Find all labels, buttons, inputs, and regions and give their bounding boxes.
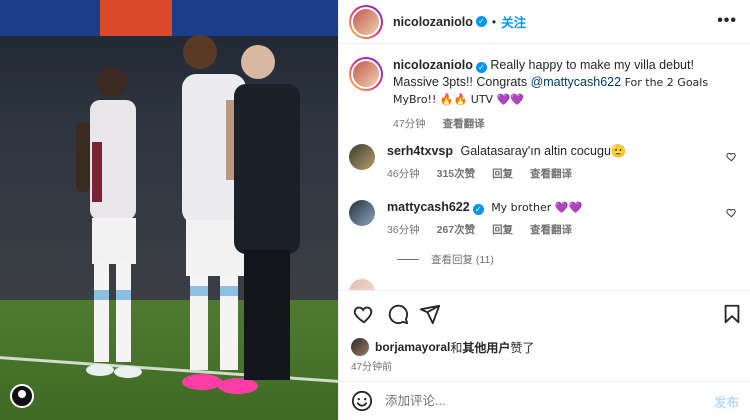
action-bar <box>339 290 750 336</box>
comment-avatar[interactable] <box>349 144 375 170</box>
follow-button[interactable]: 关注 <box>501 12 526 31</box>
comment-item: serh4txvsp Galatasaray'ın altin cocugu🫡 … <box>349 143 741 183</box>
comment-item-partial <box>349 279 741 290</box>
comment-avatar[interactable] <box>349 200 375 226</box>
more-horizontal-icon[interactable]: ••• <box>717 12 737 30</box>
view-replies-link[interactable]: 查看回复 (11) <box>397 252 494 267</box>
comment-icon[interactable] <box>387 303 409 325</box>
emoji-icon[interactable] <box>351 390 373 412</box>
bookmark-icon[interactable] <box>721 303 743 325</box>
comment-translate-link[interactable]: 查看翻译 <box>530 168 572 180</box>
view-replies-label: 查看回复 (11) <box>431 254 494 266</box>
caption-time[interactable]: 47分钟 <box>393 118 426 130</box>
caption-translate-link[interactable]: 查看翻译 <box>443 118 485 130</box>
comment-like-count[interactable]: 267次赞 <box>437 224 476 236</box>
post-photo[interactable] <box>0 0 338 420</box>
likes-conjunction: 和 <box>450 340 463 355</box>
likes-summary[interactable]: borjamayoral 和 其他用户 赞了 <box>351 338 534 356</box>
comment-input[interactable] <box>385 394 714 408</box>
comment-like-heart-icon[interactable] <box>726 207 737 218</box>
caption-row: nicolozaniolo ✓ Really happy to make my v… <box>349 57 741 133</box>
liker-avatar[interactable] <box>351 338 369 356</box>
comment-composer: 发布 <box>339 381 750 420</box>
caption-username[interactable]: nicolozaniolo <box>393 58 473 72</box>
verified-badge-icon: ✓ <box>475 62 487 73</box>
comment-like-count[interactable]: 315次赞 <box>437 168 476 180</box>
post-header: nicolozaniolo ✓ • 关注 ••• <box>339 0 750 44</box>
verified-badge-icon: ✓ <box>475 16 487 27</box>
heart-icon[interactable] <box>353 303 375 325</box>
liker-username[interactable]: borjamayoral <box>375 340 450 354</box>
post-panel: nicolozaniolo ✓ • 关注 ••• nicolozaniolo ✓ … <box>338 0 750 420</box>
comment-like-heart-icon[interactable] <box>726 151 737 162</box>
comment-time[interactable]: 36分钟 <box>387 224 420 236</box>
header-separator: • <box>491 14 497 29</box>
comment-translate-link[interactable]: 查看翻译 <box>530 224 572 236</box>
post-timestamp[interactable]: 47分钟前 <box>351 358 392 373</box>
comment-time[interactable]: 46分钟 <box>387 168 420 180</box>
caption-mention[interactable]: @mattycash622 <box>531 75 622 89</box>
comment-reply-button[interactable]: 回复 <box>492 224 513 236</box>
comment-avatar <box>349 279 375 290</box>
photo-player-left <box>76 67 142 378</box>
comment-username[interactable]: serh4txvsp <box>387 144 453 158</box>
likes-suffix: 赞了 <box>510 340 535 355</box>
post-comment-button[interactable]: 发布 <box>714 392 739 411</box>
comment-reply-button[interactable]: 回复 <box>492 168 513 180</box>
comment-text: Galatasaray'ın altin cocugu🫡 <box>460 144 627 158</box>
comment-text: My brother 💜💜 <box>491 201 583 214</box>
caption-avatar[interactable] <box>349 57 383 91</box>
photo-profile-badge-icon <box>10 384 34 408</box>
replies-divider <box>397 259 419 260</box>
share-icon[interactable] <box>419 303 441 325</box>
comment-item: mattycash622 ✓ My brother 💜💜 36分钟 267次赞 回… <box>349 199 741 239</box>
author-avatar[interactable] <box>349 4 383 39</box>
photo-official <box>234 45 300 380</box>
likes-others-link[interactable]: 其他用户 <box>462 339 510 356</box>
author-username[interactable]: nicolozaniolo <box>393 15 473 29</box>
verified-badge-icon: ✓ <box>472 204 484 215</box>
comment-username[interactable]: mattycash622 <box>387 200 470 214</box>
comments-list[interactable]: nicolozaniolo ✓ Really happy to make my v… <box>339 45 750 290</box>
